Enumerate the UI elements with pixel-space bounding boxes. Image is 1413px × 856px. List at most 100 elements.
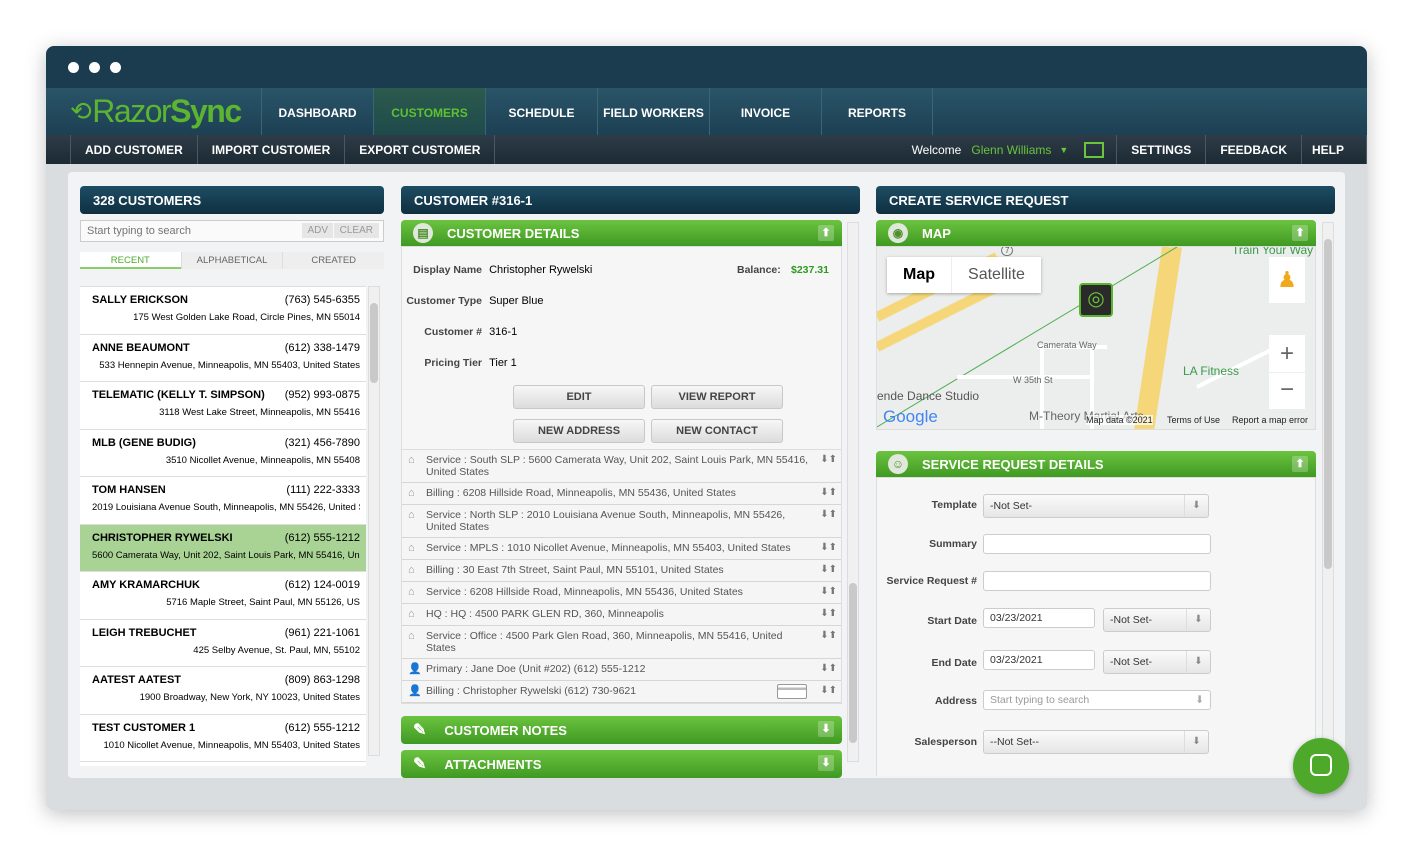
start-time-select[interactable]: -Not Set- ⬇ (1103, 608, 1211, 632)
expand-arrow-icon[interactable]: ⬇ (818, 721, 834, 737)
collapse-arrow-icon[interactable]: ⬆ (818, 225, 834, 241)
nav-field-workers[interactable]: FIELD WORKERS (597, 88, 709, 135)
satellite-button[interactable]: Satellite (951, 257, 1041, 293)
map[interactable]: Map Satellite ◎ ♟ + − Camerata Way W 35t… (876, 246, 1316, 430)
tab-created[interactable]: CREATED (282, 252, 384, 269)
salesperson-select[interactable]: --Not Set-- ⬇ (983, 730, 1209, 754)
address-item[interactable]: ⌂ Service : 6208 Hillside Road, Minneapol… (402, 582, 841, 604)
address-item[interactable]: 👤 Primary : Jane Doe (Unit #202) (612) 55… (402, 659, 841, 681)
nav-dashboard[interactable]: DASHBOARD (261, 88, 373, 135)
customer-list-item[interactable]: MLB (GENE BUDIG) (321) 456-7890 3510 Nicol… (80, 430, 366, 477)
timeclock-icon[interactable] (1084, 141, 1105, 158)
reorder-arrows-icon[interactable]: ⬇⬆ (820, 685, 837, 697)
customer-list-item[interactable]: ANNE BEAUMONT (612) 338-1479 533 Hennepin … (80, 335, 366, 382)
reorder-arrows-icon[interactable]: ⬇⬆ (820, 487, 837, 499)
tab-alphabetical[interactable]: ALPHABETICAL (180, 252, 283, 269)
terms-link[interactable]: Terms of Use (1167, 415, 1220, 425)
edit-button[interactable]: EDIT (513, 385, 645, 409)
collapse-arrow-icon[interactable]: ⬆ (1292, 225, 1308, 241)
street-view-icon[interactable]: ♟ (1269, 257, 1305, 303)
customer-list-item[interactable]: AATEST AATEST (809) 863-1298 1900 Broadway… (80, 667, 366, 715)
field-value: Super Blue (489, 295, 544, 307)
customer-list-item[interactable]: TOM HANSEN (111) 222-3333 2019 Louisiana A… (80, 477, 366, 525)
nav-schedule[interactable]: SCHEDULE (485, 88, 597, 135)
customer-list-scrollbar[interactable] (368, 286, 380, 756)
user-name[interactable]: Glenn Williams (971, 143, 1051, 157)
address-item[interactable]: ⌂ Service : Office : 4500 Park Glen Road,… (402, 626, 841, 659)
reorder-arrows-icon[interactable]: ⬇⬆ (820, 509, 837, 521)
address-item[interactable]: ⌂ Service : South SLP : 5600 Camerata Way… (402, 450, 841, 483)
customer-phone: (961) 221-1061 (284, 626, 360, 639)
zoom-in-button[interactable]: + (1269, 335, 1305, 372)
help-button[interactable]: HELP (1302, 135, 1367, 164)
credit-card-icon[interactable] (777, 684, 807, 699)
address-item[interactable]: ⌂ Billing : 6208 Hillside Road, Minneapol… (402, 483, 841, 505)
end-time-select[interactable]: -Not Set- ⬇ (1103, 650, 1211, 674)
template-select[interactable]: -Not Set- ⬇ (983, 494, 1209, 518)
clear-button[interactable]: CLEAR (333, 223, 379, 238)
nav-invoice[interactable]: INVOICE (709, 88, 821, 135)
address-item[interactable]: ⌂ HQ : HQ : 4500 PARK GLEN RD, 360, Minne… (402, 604, 841, 626)
customer-address: 5716 Maple Street, Saint Paul, MN 55126,… (166, 597, 360, 608)
report-error-link[interactable]: Report a map error (1232, 415, 1308, 425)
end-date-input[interactable]: 03/23/2021 (983, 650, 1095, 670)
feedback-button[interactable]: FEEDBACK (1206, 135, 1302, 164)
address-item[interactable]: ⌂ Service : MPLS : 1010 Nicollet Avenue, … (402, 538, 841, 560)
section-title: CUSTOMER DETAILS (447, 225, 580, 241)
customer-list-item[interactable]: LEIGH TREBUCHET (961) 221-1061 425 Selby A… (80, 620, 366, 667)
adv-button[interactable]: ADV (302, 223, 333, 238)
settings-button[interactable]: SETTINGS (1116, 135, 1207, 164)
window-dot[interactable] (89, 62, 100, 73)
logo[interactable]: ⟲ Razor Sync (46, 88, 261, 135)
customer-notes-header[interactable]: ✎ CUSTOMER NOTES ⬇ (401, 716, 842, 744)
customer-phone: (111) 222-3333 (286, 484, 360, 496)
service-scrollbar[interactable] (1322, 222, 1334, 778)
customer-list-item[interactable]: CHRISTOPHER RYWELSKI (612) 555-1212 5600 C… (80, 524, 366, 572)
new-contact-button[interactable]: NEW CONTACT (651, 419, 783, 443)
address-input[interactable]: Start typing to search ⬇ (983, 690, 1211, 710)
chevron-down-icon[interactable]: ▼ (1059, 145, 1068, 155)
window-dot[interactable] (68, 62, 79, 73)
tab-recent[interactable]: RECENT (80, 252, 181, 269)
reorder-arrows-icon[interactable]: ⬇⬆ (820, 564, 837, 576)
reorder-arrows-icon[interactable]: ⬇⬆ (820, 542, 837, 554)
address-text: Service : 6208 Hillside Road, Minneapoli… (426, 586, 743, 598)
map-button[interactable]: Map (887, 257, 951, 293)
zoom-out-button[interactable]: − (1269, 372, 1305, 409)
expand-arrow-icon[interactable]: ⬇ (818, 755, 834, 771)
window-dot[interactable] (110, 62, 121, 73)
customer-list-item[interactable]: TEST CUSTOMER 1 (612) 555-1212 1010 Nicoll… (80, 715, 366, 762)
location-pin-icon[interactable]: ◎ (1079, 283, 1113, 317)
reorder-arrows-icon[interactable]: ⬇⬆ (820, 608, 837, 620)
service-request-details-header[interactable]: ☺ SERVICE REQUEST DETAILS ⬆ (876, 451, 1316, 477)
attachments-header[interactable]: ✎ ATTACHMENTS ⬇ (401, 750, 842, 778)
nav-reports[interactable]: REPORTS (821, 88, 933, 135)
customer-search-input[interactable] (81, 221, 296, 241)
customer-list-item[interactable]: SALLY ERICKSON (763) 545-6355 175 West Gol… (80, 287, 366, 335)
start-date-input[interactable]: 03/23/2021 (983, 608, 1095, 628)
summary-input[interactable] (983, 534, 1211, 554)
import-customer-button[interactable]: IMPORT CUSTOMER (198, 135, 346, 164)
reorder-arrows-icon[interactable]: ⬇⬆ (820, 630, 837, 642)
address-item[interactable]: ⌂ Billing : 30 East 7th Street, Saint Pau… (402, 560, 841, 582)
collapse-arrow-icon[interactable]: ⬆ (1292, 456, 1308, 472)
new-address-button[interactable]: NEW ADDRESS (513, 419, 645, 443)
chat-button[interactable] (1293, 738, 1349, 794)
export-customer-button[interactable]: EXPORT CUSTOMER (345, 135, 496, 164)
section-title: ATTACHMENTS (444, 756, 542, 772)
reorder-arrows-icon[interactable]: ⬇⬆ (820, 454, 837, 466)
reorder-arrows-icon[interactable]: ⬇⬆ (820, 586, 837, 598)
customer-list-item[interactable]: AMY KRAMARCHUK (612) 124-0019 5716 Maple S… (80, 572, 366, 620)
view-report-button[interactable]: VIEW REPORT (651, 385, 783, 409)
add-customer-button[interactable]: ADD CUSTOMER (70, 135, 198, 164)
address-item[interactable]: ⌂ Service : North SLP : 2010 Louisiana Av… (402, 505, 841, 538)
customer-list-item[interactable]: TELEMATIC (KELLY T. SIMPSON) (952) 993-08… (80, 382, 366, 430)
detail-scrollbar[interactable] (847, 222, 859, 762)
service-request-number-input[interactable] (983, 571, 1211, 591)
address-text: Billing : 6208 Hillside Road, Minneapoli… (426, 487, 736, 499)
nav-customers[interactable]: CUSTOMERS (373, 88, 485, 135)
customer-details-header[interactable]: ▤ CUSTOMER DETAILS ⬆ (401, 220, 842, 246)
reorder-arrows-icon[interactable]: ⬇⬆ (820, 663, 837, 675)
map-header[interactable]: ◉ MAP ⬆ (876, 220, 1316, 246)
address-item[interactable]: 👤 Billing : Christopher Rywelski (612) 73… (402, 681, 841, 703)
